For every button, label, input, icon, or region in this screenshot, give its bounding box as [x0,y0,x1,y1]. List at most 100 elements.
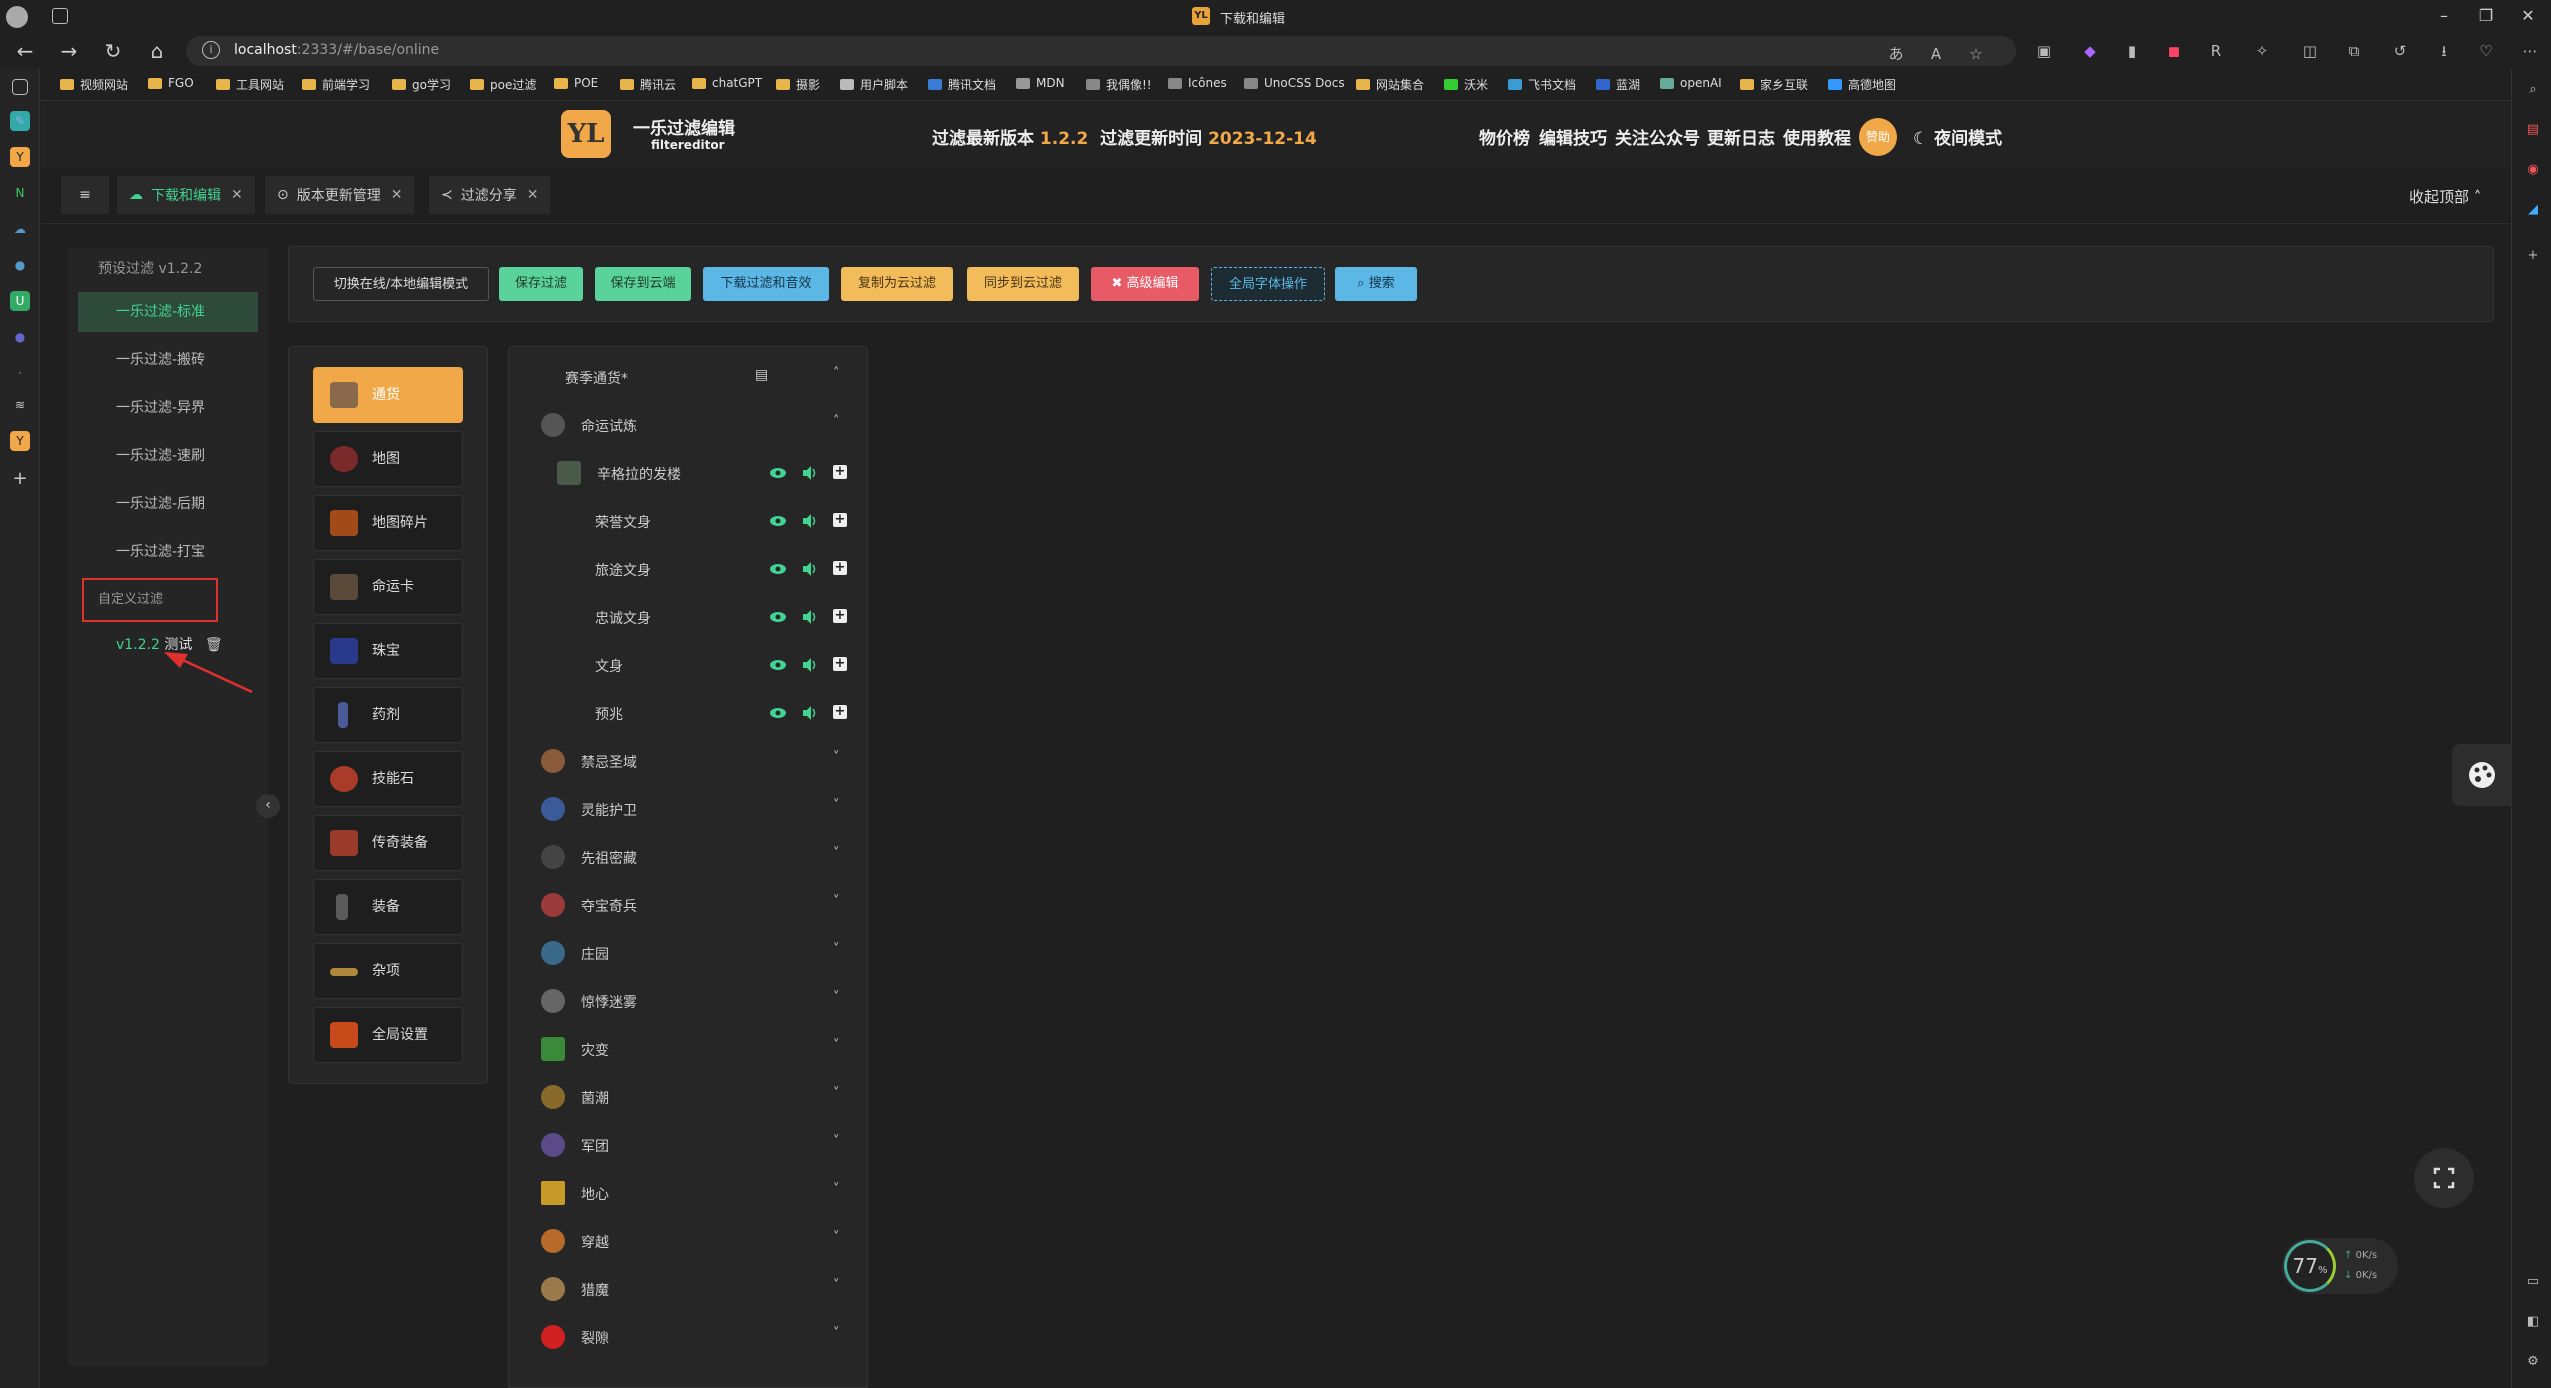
extension-4-icon[interactable]: ◼ [2164,41,2184,61]
preset-item[interactable]: 一乐过滤-搬砖 [78,340,258,380]
vertical-tab-3-icon[interactable]: N [10,183,30,203]
new-tab-plus-icon[interactable]: + [10,469,30,489]
sync-cloud-button[interactable]: 同步到云过滤 [967,267,1079,301]
chevron-down-icon[interactable]: ˅ [833,798,840,813]
forward-arrow-icon[interactable]: → [54,38,84,64]
performance-icon[interactable]: ♡ [2476,41,2496,61]
back-arrow-icon[interactable]: ← [10,38,40,64]
split-screen-icon[interactable]: ◫ [2300,41,2320,61]
minimize-button[interactable]: – [2424,4,2464,28]
tree-group[interactable]: 命运试炼 ˄ [509,401,869,449]
tree-subgroup[interactable]: 辛格拉的发楼 + [509,449,869,497]
tree-leaf[interactable]: 预兆 + [509,689,869,737]
close-tab-icon[interactable]: ✕ [231,187,243,203]
tab-version-manage[interactable]: ⊙ 版本更新管理 ✕ [265,176,415,214]
bookmark-item[interactable]: go学习 [392,76,451,93]
chevron-down-icon[interactable]: ˅ [833,894,840,909]
tree-leaf[interactable]: 荣誉文身 + [509,497,869,545]
category-jewels[interactable]: 珠宝 [313,623,463,679]
tree-section[interactable]: 穿越 ˅ [509,1217,869,1265]
bookmark-item[interactable]: MDN [1016,76,1065,90]
preset-item[interactable]: 一乐过滤-异界 [78,388,258,428]
extension-1-icon[interactable]: ▣ [2034,41,2054,61]
bookmark-item[interactable]: 腾讯云 [620,76,676,93]
preset-item[interactable]: 一乐过滤-后期 [78,484,258,524]
tree-section[interactable]: 裂隙 ˅ [509,1313,869,1361]
tree-section[interactable]: 地心 ˅ [509,1169,869,1217]
vertical-tab-8-icon[interactable]: · [10,363,30,383]
bookmark-item[interactable]: 高德地图 [1828,76,1896,93]
chevron-down-icon[interactable]: ˅ [833,990,840,1005]
add-rule-icon[interactable]: + [833,465,847,479]
extension-3-icon[interactable]: ▮ [2122,41,2142,61]
games-icon[interactable]: ◉ [2524,161,2542,179]
add-rule-icon[interactable]: + [833,561,847,575]
chevron-down-icon[interactable]: ˅ [833,1086,840,1101]
bookmark-item[interactable]: Icônes [1168,76,1227,90]
tree-section[interactable]: 猎魔 ˅ [509,1265,869,1313]
category-currency[interactable]: 通货 [313,367,463,423]
night-mode-toggle[interactable]: ☾ 夜间模式 [1913,124,2002,149]
nav-price-list[interactable]: 物价榜 [1479,124,1530,149]
category-maps[interactable]: 地图 [313,431,463,487]
bookmark-item[interactable]: chatGPT [692,76,762,90]
close-tab-icon[interactable]: ✕ [527,187,539,203]
tree-section[interactable]: 灾变 ˅ [509,1025,869,1073]
chevron-down-icon[interactable]: ˅ [833,1326,840,1341]
category-global-settings[interactable]: 全局设置 [313,1007,463,1063]
eye-icon[interactable] [769,608,787,626]
vertical-tab-2-icon[interactable]: Y [10,147,30,167]
collapse-top-button[interactable]: 收起顶部 ˄ [2409,186,2481,207]
close-window-button[interactable]: ✕ [2508,4,2548,28]
speaker-icon[interactable] [801,656,819,674]
tree-section[interactable]: 先祖密藏 ˅ [509,833,869,881]
chevron-down-icon[interactable]: ˅ [833,1038,840,1053]
bookmark-item[interactable]: poe过滤 [470,76,536,93]
nav-follow-account[interactable]: 关注公众号 [1615,124,1700,149]
tab-download-edit[interactable]: ☁ 下载和编辑 ✕ [117,176,255,214]
bookmark-item[interactable]: 前端学习 [302,76,370,93]
vertical-tab-7-icon[interactable]: ● [10,327,30,347]
add-rule-icon[interactable]: + [833,609,847,623]
preset-item[interactable]: 一乐过滤-打宝 [78,532,258,572]
theme-palette-button[interactable] [2452,744,2512,806]
read-aloud-icon[interactable]: A [1926,44,1946,64]
eye-icon[interactable] [769,656,787,674]
nav-edit-tips[interactable]: 编辑技巧 [1539,124,1607,149]
extension-5-icon[interactable]: R [2206,41,2226,61]
tree-leaf[interactable]: 文身 + [509,641,869,689]
speaker-icon[interactable] [801,704,819,722]
advanced-edit-button[interactable]: ✖ 高级编辑 [1091,267,1199,301]
vertical-tab-1-icon[interactable]: ✎ [10,111,30,131]
settings-gear-icon[interactable]: ⚙ [2524,1353,2542,1371]
screenshot-icon[interactable]: ▭ [2524,1273,2542,1291]
bookmark-item[interactable]: UnoCSS Docs [1244,76,1345,90]
chevron-up-icon[interactable]: ˄ [833,366,840,381]
workspaces-icon[interactable] [52,8,68,24]
tools-icon[interactable]: ▤ [2524,121,2542,139]
preset-item[interactable]: 一乐过滤-标准 [78,292,258,332]
vertical-tab-6-icon[interactable]: U [10,291,30,311]
category-flasks[interactable]: 药剂 [313,687,463,743]
bookmark-item[interactable]: FGO [148,76,194,90]
tree-section[interactable]: 庄园 ˅ [509,929,869,977]
category-uniques[interactable]: 传奇装备 [313,815,463,871]
app-logo[interactable]: YL [561,110,611,158]
add-rule-icon[interactable]: + [833,705,847,719]
bookmark-item[interactable]: 网站集合 [1356,76,1424,93]
chevron-down-icon[interactable]: ˅ [833,1182,840,1197]
tree-season-header[interactable]: 赛季通货* ▤ ˄ [509,353,869,401]
tree-section[interactable]: 惊悸迷雾 ˅ [509,977,869,1025]
vertical-tab-5-icon[interactable]: ● [10,255,30,275]
bookmark-item[interactable]: openAI [1660,76,1722,90]
bookmark-item[interactable]: 腾讯文档 [928,76,996,93]
toggle-mode-button[interactable]: 切换在线/本地编辑模式 [313,267,489,301]
chevron-down-icon[interactable]: ˅ [833,1278,840,1293]
history-icon[interactable]: ↺ [2390,41,2410,61]
list-icon[interactable]: ▤ [755,367,768,383]
bookmark-item[interactable]: 用户脚本 [840,76,908,93]
category-equipment[interactable]: 装备 [313,879,463,935]
speaker-icon[interactable] [801,464,819,482]
sidebar-toggle-icon[interactable]: ◧ [2524,1313,2542,1331]
save-filter-button[interactable]: 保存过滤 [499,267,583,301]
